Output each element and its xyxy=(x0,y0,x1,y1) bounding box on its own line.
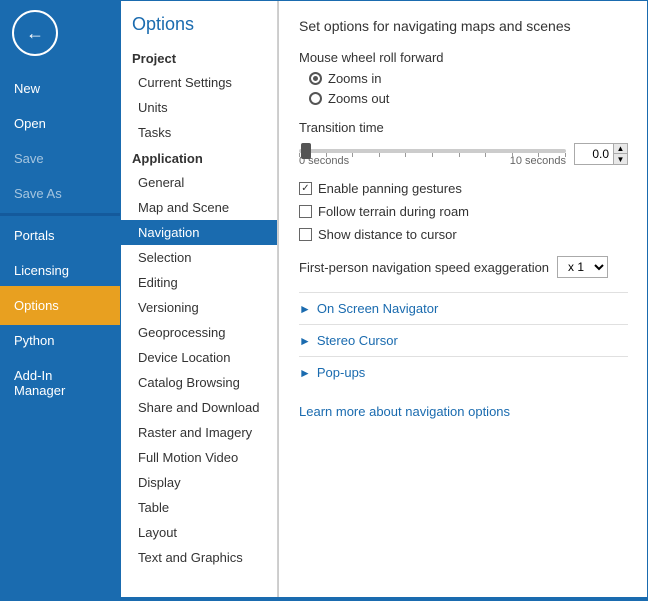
radio-zoom-in-circle xyxy=(309,72,322,85)
checkbox-terrain-box xyxy=(299,205,312,218)
tree-section-application: Application xyxy=(120,145,277,170)
expand-label-stereo: Stereo Cursor xyxy=(317,333,398,348)
slider-value-input[interactable] xyxy=(575,145,613,163)
checkbox-panning-box xyxy=(299,182,312,195)
speed-label: First-person navigation speed exaggerati… xyxy=(299,260,549,275)
tree-section-project: Project xyxy=(120,45,277,70)
checkbox-terrain-label: Follow terrain during roam xyxy=(318,204,469,219)
content-panel: Set options for navigating maps and scen… xyxy=(278,0,648,601)
expand-label-popups: Pop-ups xyxy=(317,365,365,380)
expand-label-navigator: On Screen Navigator xyxy=(317,301,438,316)
sidebar-item-portals[interactable]: Portals xyxy=(0,218,120,253)
tree-item-editing[interactable]: Editing xyxy=(120,270,277,295)
slider-container[interactable]: 0 seconds 10 seconds xyxy=(299,141,566,167)
mouse-wheel-group: Mouse wheel roll forward Zooms in Zooms … xyxy=(299,50,628,106)
checkbox-distance-label: Show distance to cursor xyxy=(318,227,457,242)
checkbox-distance-box xyxy=(299,228,312,241)
expand-popups[interactable]: ► Pop-ups xyxy=(299,356,628,388)
tree-item-layout[interactable]: Layout xyxy=(120,520,277,545)
tree-item-display[interactable]: Display xyxy=(120,470,277,495)
radio-zoom-out-circle xyxy=(309,92,322,105)
sidebar-item-licensing[interactable]: Licensing xyxy=(0,253,120,288)
radio-group: Zooms in Zooms out xyxy=(299,71,628,106)
tick-marks xyxy=(299,153,566,157)
radio-zoom-in-label: Zooms in xyxy=(328,71,381,86)
tree-item-map-and-scene[interactable]: Map and Scene xyxy=(120,195,277,220)
tree-item-catalog-browsing[interactable]: Catalog Browsing xyxy=(120,370,277,395)
sidebar-nav: New Open Save Save As Portals Licensing … xyxy=(0,66,120,408)
tree-item-text-graphics[interactable]: Text and Graphics xyxy=(120,545,277,570)
slider-track xyxy=(299,149,566,153)
transition-time-section: Transition time xyxy=(299,120,628,167)
expand-arrow-navigator: ► xyxy=(299,302,311,316)
tree-item-selection[interactable]: Selection xyxy=(120,245,277,270)
tree-item-tasks[interactable]: Tasks xyxy=(120,120,277,145)
spinner-down-button[interactable]: ▼ xyxy=(613,154,627,164)
checkbox-group: Enable panning gestures Follow terrain d… xyxy=(299,181,628,242)
options-tree-panel: Options Project Current Settings Units T… xyxy=(120,0,278,601)
bottom-blue-bar xyxy=(120,597,648,601)
tree-item-device-location[interactable]: Device Location xyxy=(120,345,277,370)
learn-more-link[interactable]: Learn more about navigation options xyxy=(299,404,628,419)
checkbox-panning[interactable]: Enable panning gestures xyxy=(299,181,628,196)
sidebar: ← New Open Save Save As Portals Licensin… xyxy=(0,0,120,601)
checkbox-terrain[interactable]: Follow terrain during roam xyxy=(299,204,628,219)
sidebar-item-options[interactable]: Options xyxy=(0,288,120,323)
tree-item-general[interactable]: General xyxy=(120,170,277,195)
transition-label: Transition time xyxy=(299,120,628,135)
sidebar-item-save[interactable]: Save xyxy=(0,141,120,176)
tree-item-current-settings[interactable]: Current Settings xyxy=(120,70,277,95)
sidebar-item-save-as[interactable]: Save As xyxy=(0,176,120,211)
slider-input-box: ▲ ▼ xyxy=(574,143,628,165)
tree-item-table[interactable]: Table xyxy=(120,495,277,520)
tree-item-full-motion-video[interactable]: Full Motion Video xyxy=(120,445,277,470)
sidebar-item-addin[interactable]: Add-In Manager xyxy=(0,358,120,408)
checkbox-distance[interactable]: Show distance to cursor xyxy=(299,227,628,242)
speed-row: First-person navigation speed exaggerati… xyxy=(299,256,628,278)
spinner-buttons: ▲ ▼ xyxy=(613,144,627,164)
expandable-sections: ► On Screen Navigator ► Stereo Cursor ► … xyxy=(299,292,628,388)
sidebar-item-python[interactable]: Python xyxy=(0,323,120,358)
expand-stereo-cursor[interactable]: ► Stereo Cursor xyxy=(299,324,628,356)
options-tree: Project Current Settings Units Tasks App… xyxy=(120,45,277,601)
mouse-wheel-label: Mouse wheel roll forward xyxy=(299,50,628,65)
speed-select[interactable]: x 1 x 2 x 4 x 8 xyxy=(557,256,608,278)
slider-row: 0 seconds 10 seconds ▲ ▼ xyxy=(299,141,628,167)
expand-arrow-popups: ► xyxy=(299,366,311,380)
sidebar-item-new[interactable]: New xyxy=(0,71,120,106)
back-arrow-icon: ← xyxy=(26,23,44,44)
tree-item-share-download[interactable]: Share and Download xyxy=(120,395,277,420)
sidebar-divider xyxy=(0,213,120,216)
expand-on-screen-navigator[interactable]: ► On Screen Navigator xyxy=(299,292,628,324)
expand-arrow-stereo: ► xyxy=(299,334,311,348)
spinner-up-button[interactable]: ▲ xyxy=(613,144,627,154)
tree-item-raster-imagery[interactable]: Raster and Imagery xyxy=(120,420,277,445)
radio-zoom-out[interactable]: Zooms out xyxy=(309,91,628,106)
radio-zoom-out-label: Zooms out xyxy=(328,91,389,106)
tree-item-versioning[interactable]: Versioning xyxy=(120,295,277,320)
tree-item-units[interactable]: Units xyxy=(120,95,277,120)
checkbox-panning-label: Enable panning gestures xyxy=(318,181,462,196)
tree-item-geoprocessing[interactable]: Geoprocessing xyxy=(120,320,277,345)
radio-zoom-in[interactable]: Zooms in xyxy=(309,71,628,86)
tree-item-navigation[interactable]: Navigation xyxy=(120,220,277,245)
options-title: Options xyxy=(120,0,277,45)
sidebar-item-open[interactable]: Open xyxy=(0,106,120,141)
content-title: Set options for navigating maps and scen… xyxy=(299,18,628,34)
back-button[interactable]: ← xyxy=(12,10,58,56)
